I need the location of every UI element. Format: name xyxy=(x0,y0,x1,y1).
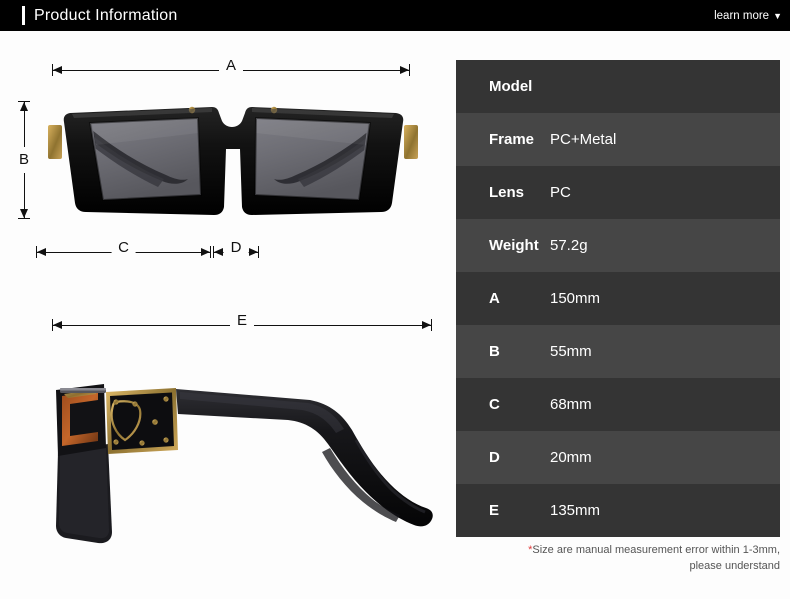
sunglasses-side-view xyxy=(30,344,450,559)
dimension-e-arrow-left xyxy=(53,321,62,329)
dimension-d-cap-right xyxy=(258,246,259,258)
dimension-c-label: C xyxy=(111,240,136,256)
dimension-b-arrow-top xyxy=(20,102,28,111)
spec-label: C xyxy=(489,396,500,413)
dimension-a-arrow-left xyxy=(53,66,62,74)
dimension-b-cap-bottom xyxy=(18,218,30,219)
spec-label: B xyxy=(489,343,500,360)
dimension-e-label: E xyxy=(229,313,255,329)
dimension-c-arrow-left xyxy=(37,248,46,256)
table-row: C 68mm xyxy=(456,378,780,431)
spec-value: PC xyxy=(550,184,571,201)
dimension-d-label: D xyxy=(223,240,249,256)
spec-value: 20mm xyxy=(550,449,592,466)
dimension-b-label: B xyxy=(18,147,30,173)
spec-label: A xyxy=(489,290,500,307)
spec-label: Lens xyxy=(489,184,525,201)
footnote-line-2: please understand xyxy=(689,560,780,572)
dimension-c-arrow-right xyxy=(201,248,210,256)
table-row: Weight 57.2g xyxy=(456,219,780,272)
spec-label: Weight xyxy=(489,237,539,254)
spec-value: 68mm xyxy=(550,396,592,413)
dimension-c-cap-right xyxy=(210,246,211,258)
dimension-a-arrow-right xyxy=(400,66,409,74)
sunglasses-front-view xyxy=(46,89,422,229)
dimension-a-label: A xyxy=(218,58,244,74)
spec-label: Frame xyxy=(489,131,535,148)
chevron-down-icon: ▼ xyxy=(773,11,782,21)
learn-more-button[interactable]: learn more ▼ xyxy=(714,0,782,31)
spec-value: 55mm xyxy=(550,343,592,360)
spec-value: 150mm xyxy=(550,290,601,307)
spec-label: Model xyxy=(489,78,533,95)
table-row: Frame PC+Metal xyxy=(456,113,780,166)
table-row: Model xyxy=(456,60,780,113)
dimension-e-measure: E xyxy=(52,313,432,331)
spec-label: D xyxy=(489,449,500,466)
spec-value: PC+Metal xyxy=(550,131,617,148)
dimension-e-cap-right xyxy=(431,319,432,331)
table-row: B 55mm xyxy=(456,325,780,378)
header-accent-bar xyxy=(22,6,25,25)
product-diagram-panel: A B C D E xyxy=(0,31,455,599)
specification-table: Model Frame PC+Metal Lens PC Weight 57.2… xyxy=(456,60,780,537)
dimension-c-measure: C xyxy=(36,240,211,258)
table-row: D 20mm xyxy=(456,431,780,484)
dimension-a-measure: A xyxy=(52,58,410,76)
page-title: Product Information xyxy=(34,7,178,24)
dimension-d-arrow-right xyxy=(249,248,258,256)
table-row: A 150mm xyxy=(456,272,780,325)
table-row: E 135mm xyxy=(456,484,780,537)
table-row: Lens PC xyxy=(456,166,780,219)
learn-more-label: learn more xyxy=(714,9,770,22)
page-header: Product Information learn more ▼ xyxy=(0,0,790,31)
dimension-a-cap-right xyxy=(409,64,410,76)
footnote-line-1: Size are manual measurement error within… xyxy=(532,544,780,556)
spec-value: 57.2g xyxy=(550,237,588,254)
dimension-d-arrow-left xyxy=(214,248,223,256)
measurement-footnote: *Size are manual measurement error withi… xyxy=(456,542,780,574)
dimension-e-arrow-right xyxy=(422,321,431,329)
spec-value: 135mm xyxy=(550,502,601,519)
spec-label: E xyxy=(489,502,500,519)
dimension-d-measure: D xyxy=(213,240,259,258)
dimension-b-measure: B xyxy=(18,101,30,219)
dimension-b-arrow-bottom xyxy=(20,209,28,218)
